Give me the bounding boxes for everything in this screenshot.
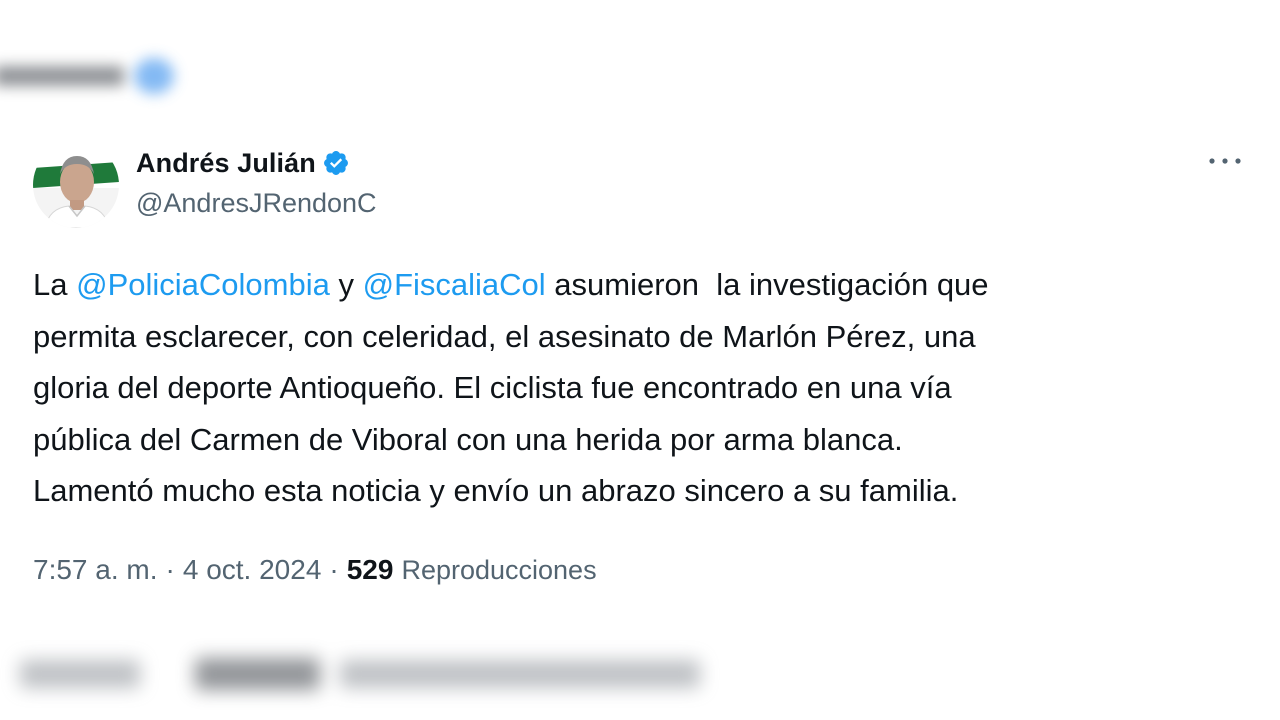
tweet-meta: 7:57 a. m. · 4 oct. 2024 · 529 Reproducc… <box>33 552 597 588</box>
tweet-text-segment: y <box>329 267 363 302</box>
tweet-time[interactable]: 7:57 a. m. <box>33 554 158 586</box>
mention-policia-colombia[interactable]: @PoliciaColombia <box>76 267 330 302</box>
more-options-icon <box>1209 158 1241 164</box>
tweet-line-2: permita esclarecer, con celeridad, el as… <box>33 318 976 354</box>
tweet-text: La @PoliciaColombia y @FiscaliaCol asumi… <box>33 259 1233 517</box>
tweet-line-1: La @PoliciaColombia y @FiscaliaCol asumi… <box>33 259 1233 311</box>
tweet-screenshot: Andrés Julián @AndresJRendonC La @Polici… <box>0 0 1280 720</box>
tweet-line-5: Lamentó mucho esta noticia y envío un ab… <box>33 473 959 508</box>
tweet-line-4: pública del Carmen de Viboral con una he… <box>33 421 903 457</box>
meta-separator: · <box>165 554 175 585</box>
tweet-line-3: gloria del deporte Antioqueño. El ciclis… <box>33 370 952 405</box>
blurred-previous-tweet <box>0 52 224 100</box>
author-display-name[interactable]: Andrés Julián <box>136 148 316 179</box>
blurred-next-tweet <box>10 640 730 710</box>
tweet-text-segment: La <box>33 267 77 302</box>
tweet-date[interactable]: 4 oct. 2024 <box>183 554 322 586</box>
verified-badge-icon[interactable] <box>322 149 350 177</box>
profile-photo <box>33 142 119 228</box>
author-name-row[interactable]: Andrés Julián <box>136 146 350 180</box>
tweet-text-segment: asumieron la investigación que <box>545 267 989 302</box>
avatar[interactable] <box>33 142 119 228</box>
meta-separator: · <box>329 554 339 585</box>
more-options-button[interactable] <box>1206 146 1244 176</box>
views-label: Reproducciones <box>401 554 597 585</box>
author-handle[interactable]: @AndresJRendonC <box>136 188 377 219</box>
mention-fiscalia-col[interactable]: @FiscaliaCol <box>363 267 546 302</box>
views-count: 529 <box>346 554 394 585</box>
